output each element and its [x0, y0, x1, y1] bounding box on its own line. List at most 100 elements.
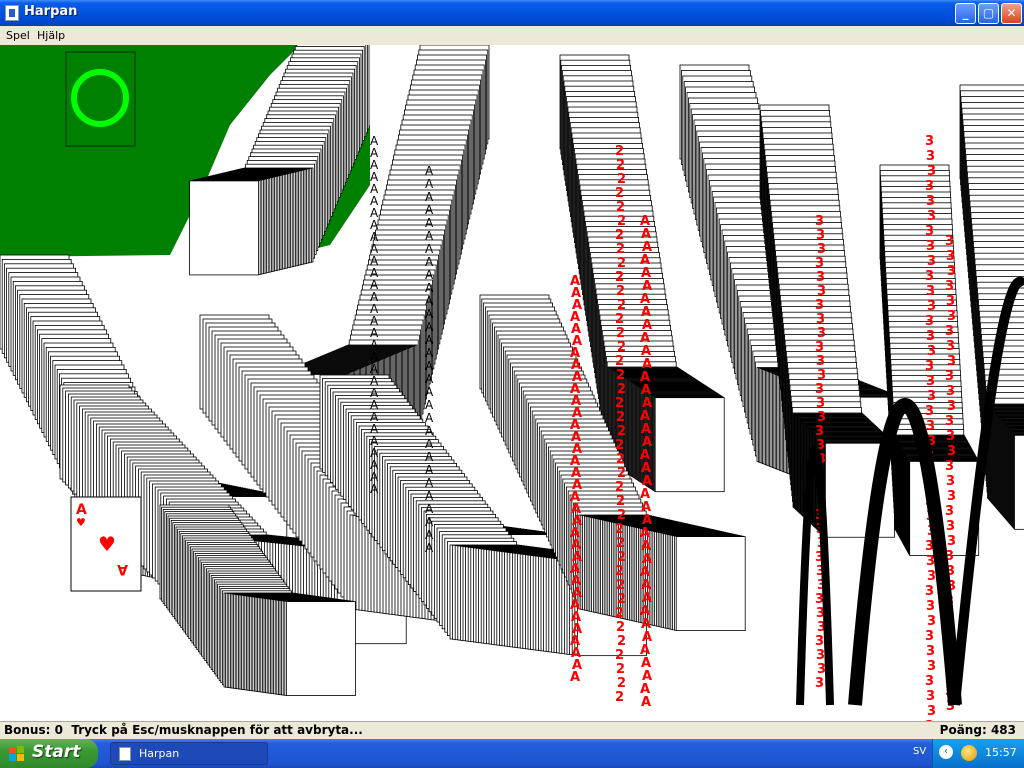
- trail-card: [1014, 434, 1024, 530]
- cascade-rank-label: A: [425, 320, 434, 334]
- cascade-rank-label: 2: [617, 214, 626, 229]
- cascade-rank-label: 3: [817, 662, 826, 677]
- cascade-rank-label: 2: [615, 228, 624, 243]
- maximize-button[interactable]: ▢: [978, 3, 999, 24]
- menu-bar: Spel Hjälp: [0, 26, 1024, 45]
- cascade-rank-label: 2: [616, 284, 625, 299]
- cascade-rank-label: 2: [616, 578, 625, 593]
- menu-hjalp[interactable]: Hjälp: [37, 29, 65, 42]
- cascade-rank-label: 3: [925, 584, 934, 599]
- cascade-rank-label: 3: [927, 704, 936, 719]
- cascade-rank-label: 3: [815, 382, 824, 397]
- cascade-rank-label: 3: [815, 424, 824, 439]
- cascade-rank-label: A: [641, 695, 651, 710]
- start-button[interactable]: Start: [0, 739, 98, 768]
- cascade-rank-label: A: [425, 372, 434, 386]
- cascade-rank-label: 2: [617, 256, 626, 271]
- cascade-rank-label: 3: [945, 369, 954, 384]
- cascade-rank-label: A: [425, 216, 434, 230]
- cascade-rank-label: 2: [615, 690, 624, 705]
- cascade-rank-label: A: [425, 281, 434, 295]
- cascade-rank-label: 3: [927, 164, 936, 179]
- cascade-rank-label: 3: [816, 228, 825, 243]
- start-label: Start: [32, 742, 81, 762]
- cascade-rank-label: A: [425, 268, 434, 282]
- taskbar-item-harpan[interactable]: Harpan: [110, 742, 268, 765]
- game-board[interactable]: 2222222222222222222222222222222222222222…: [0, 45, 1024, 721]
- cascade-rank-label: A: [425, 489, 434, 503]
- network-globe-icon[interactable]: [961, 745, 977, 761]
- cascade-rank-label: 3: [926, 644, 935, 659]
- cascade-rank-label: 3: [947, 444, 956, 459]
- taskbar-item-label: Harpan: [139, 747, 180, 760]
- cascade-rank-label: A: [425, 463, 434, 477]
- cascade-rank-label: 3: [925, 359, 934, 374]
- window-title: Harpan: [24, 4, 78, 19]
- cascade-rank-label: 2: [615, 480, 624, 495]
- cascade-rank-label: 2: [616, 662, 625, 677]
- cascade-rank-label: A: [425, 515, 434, 529]
- cascade-rank-label: 2: [617, 298, 626, 313]
- cascade-rank-label: 3: [815, 634, 824, 649]
- cascade-rank-label: 2: [617, 634, 626, 649]
- cascade-rank-label: A: [425, 398, 434, 412]
- cascade-rank-label: 3: [947, 399, 956, 414]
- menu-spel[interactable]: Spel: [6, 29, 30, 42]
- cascade-rank-label: 3: [925, 179, 934, 194]
- close-button[interactable]: ✕: [1001, 3, 1022, 24]
- cascade-rank-label: 3: [946, 384, 955, 399]
- cascade-rank-label: 3: [816, 648, 825, 663]
- cascade-rank-label: 3: [947, 489, 956, 504]
- card-rank: A: [117, 561, 128, 577]
- cascade-rank-label: 2: [617, 172, 626, 187]
- system-tray: ‹ 15:57: [932, 739, 1024, 768]
- cascade-rank-label: A: [425, 476, 434, 490]
- cascade-rank-label: 3: [927, 344, 936, 359]
- cascade-rank-label: 3: [945, 414, 954, 429]
- cascade-rank-label: 3: [945, 504, 954, 519]
- cascade-rank-label: 3: [925, 629, 934, 644]
- cascade-rank-label: 3: [946, 249, 955, 264]
- cascade-rank-label: 2: [616, 620, 625, 635]
- cascade-rank-label: 3: [927, 299, 936, 314]
- show-hidden-icons-icon[interactable]: ‹: [939, 745, 953, 759]
- bonus-value: 0: [54, 723, 63, 737]
- cascade-rank-label: 2: [617, 676, 626, 691]
- cascade-rank-label: 3: [925, 134, 934, 149]
- cascade-rank-label: 3: [947, 264, 956, 279]
- cascade-rank-label: 3: [927, 389, 936, 404]
- windows-flag-icon: [9, 746, 24, 761]
- cascade-rank-label: 3: [947, 309, 956, 324]
- cascade-rank-label: 2: [615, 438, 624, 453]
- cascade-rank-label: 2: [615, 648, 624, 663]
- cascade-rank-label: A: [425, 177, 434, 191]
- cascade-rank-label: 3: [945, 324, 954, 339]
- cascade-rank-label: 3: [816, 396, 825, 411]
- cascade-rank-label: 2: [615, 564, 624, 579]
- language-indicator[interactable]: SV: [913, 746, 926, 757]
- cascade-rank-label: 2: [616, 368, 625, 383]
- title-bar[interactable]: Harpan _ ▢ ✕: [0, 0, 1024, 26]
- cascade-rank-label: 3: [817, 410, 826, 425]
- card-ace-of-hearts[interactable]: A♥♥A: [70, 496, 142, 592]
- cascade-rank-label: 3: [925, 314, 934, 329]
- cascade-rank-label: 2: [616, 242, 625, 257]
- cascade-rank-label: 3: [946, 429, 955, 444]
- cascade-rank-label: 3: [816, 270, 825, 285]
- cascade-rank-label: 2: [615, 186, 624, 201]
- cascade-rank-label: 2: [616, 494, 625, 509]
- cascade-rank-label: 2: [617, 508, 626, 523]
- cascade-rank-label: 3: [926, 419, 935, 434]
- clock[interactable]: 15:57: [985, 746, 1017, 759]
- cascade-rank-label: 2: [617, 340, 626, 355]
- cascade-rank-label: A: [425, 528, 434, 542]
- cascade-rank-label: 3: [945, 459, 954, 474]
- cascade-rank-label: A: [425, 203, 434, 217]
- status-bar: Bonus: 0 Tryck på Esc/musknappen för att…: [0, 721, 1024, 740]
- cascade-rank-label: 3: [815, 676, 824, 691]
- cascade-rank-label: 2: [615, 144, 624, 159]
- minimize-button[interactable]: _: [955, 3, 976, 24]
- cascade-rank-label: 2: [617, 424, 626, 439]
- cascade-rank-label: A: [425, 164, 434, 178]
- cascade-rank-label: A: [425, 333, 434, 347]
